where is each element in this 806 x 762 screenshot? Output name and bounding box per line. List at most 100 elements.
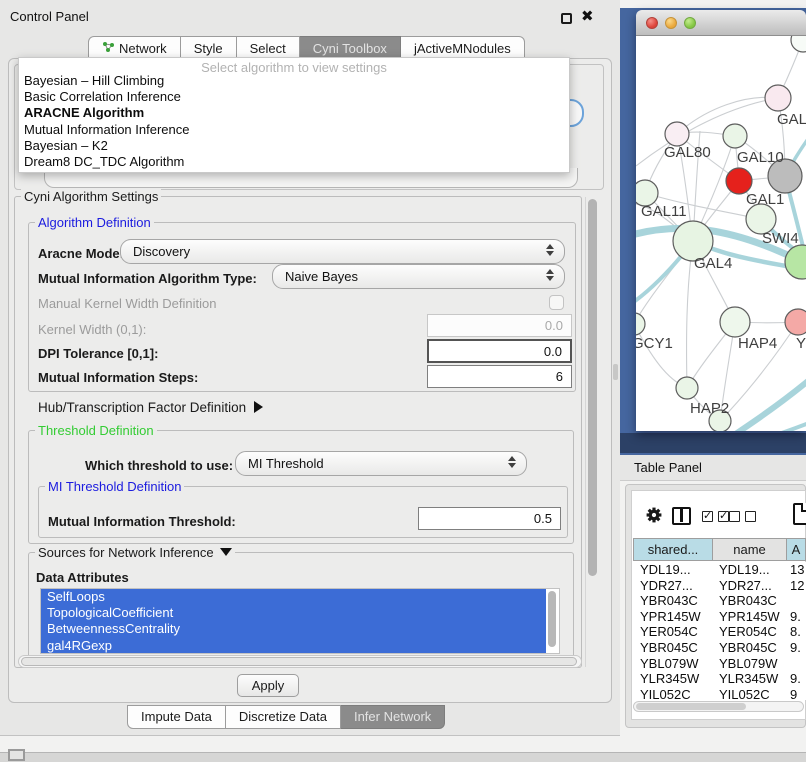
- zoom-icon[interactable]: [684, 17, 696, 29]
- network-node-hap4[interactable]: [720, 307, 750, 337]
- data-attributes-label: Data Attributes: [36, 570, 129, 585]
- table-row[interactable]: YPR145WYPR145W9.: [633, 609, 806, 625]
- column-header-name[interactable]: name: [713, 539, 787, 561]
- minimized-window-icon[interactable]: [8, 749, 25, 761]
- node-label: GAL10: [737, 149, 784, 166]
- network-view[interactable]: GALGAL80GAL10GAL1GAL11SWI4GAL4GCY1HAP4YH…: [636, 36, 806, 431]
- kernel-width-field[interactable]: 0.0: [427, 314, 572, 337]
- network-node-gcy1[interactable]: [636, 313, 645, 335]
- network-node-gal80[interactable]: [665, 122, 689, 146]
- unchecked-checkboxes-icon[interactable]: [729, 511, 756, 522]
- cyni-settings-legend: Cyni Algorithm Settings: [21, 189, 161, 204]
- table-panel-title: Table Panel: [634, 460, 702, 475]
- column-header-shared[interactable]: shared...: [634, 539, 713, 561]
- network-graph: GALGAL80GAL10GAL1GAL11SWI4GAL4GCY1HAP4YH…: [636, 36, 806, 431]
- threshold-definition-legend: Threshold Definition: [35, 423, 157, 438]
- splitter-handle[interactable]: [613, 364, 618, 380]
- mi-threshold-field[interactable]: 0.5: [418, 507, 561, 530]
- node-table-rows[interactable]: YDL19...YDL19...13YDR27...YDR27...12YBR0…: [633, 562, 806, 700]
- node-label: GCY1: [636, 335, 673, 352]
- data-attributes-list[interactable]: SelfLoopsTopologicalCoefficientBetweenne…: [40, 588, 560, 654]
- stepper-icon: [508, 456, 516, 468]
- mi-type-combo[interactable]: Naive Bayes: [272, 264, 565, 289]
- tab-discretize-data[interactable]: Discretize Data: [226, 705, 341, 729]
- network-node[interactable]: [791, 36, 806, 52]
- dpi-tolerance-field[interactable]: 0.0: [427, 339, 572, 363]
- node-label: GAL1: [746, 191, 784, 208]
- aracne-mode-label: Aracne Mode:: [38, 246, 124, 261]
- close-icon[interactable]: [646, 17, 658, 29]
- attribute-item[interactable]: gal4RGexp: [41, 638, 546, 654]
- network-window[interactable]: GALGAL80GAL10GAL1GAL11SWI4GAL4GCY1HAP4YH…: [636, 10, 806, 431]
- table-horizontal-scrollbar[interactable]: [633, 701, 804, 712]
- network-window-titlebar[interactable]: [636, 10, 806, 36]
- aracne-mode-combo[interactable]: Discovery: [120, 239, 565, 264]
- stepper-icon: [546, 269, 554, 281]
- gear-icon[interactable]: [645, 506, 663, 527]
- kernel-width-label: Kernel Width (0,1):: [38, 322, 146, 337]
- attribute-item[interactable]: BetweennessCentrality: [41, 621, 546, 637]
- dpi-tolerance-label: DPI Tolerance [0,1]:: [38, 346, 158, 361]
- dropdown-option[interactable]: Bayesian – Hill Climbing: [19, 73, 569, 89]
- settings-vertical-scrollbar[interactable]: [585, 197, 599, 667]
- hub-definition-expander[interactable]: Hub/Transcription Factor Definition: [38, 400, 263, 415]
- document-icon[interactable]: [793, 503, 806, 525]
- network-tab-icon: [102, 40, 115, 56]
- attribute-item[interactable]: TopologicalCoefficient: [41, 605, 546, 621]
- network-node-gal[interactable]: [765, 85, 791, 111]
- mi-threshold-label: Mutual Information Threshold:: [48, 514, 236, 529]
- checked-checkboxes-icon[interactable]: [702, 511, 729, 522]
- bottom-tab-bar: Impute DataDiscretize DataInfer Network: [127, 705, 445, 729]
- table-row[interactable]: YBR045CYBR045C9.: [633, 640, 806, 656]
- table-row[interactable]: YLR345WYLR345W9.: [633, 671, 806, 687]
- settings-horizontal-scrollbar[interactable]: [18, 655, 582, 668]
- window-shadow: [620, 433, 806, 453]
- which-threshold-combo[interactable]: MI Threshold: [235, 451, 527, 476]
- manual-kernel-checkbox[interactable]: [549, 295, 564, 310]
- sources-legend[interactable]: Sources for Network Inference: [35, 545, 235, 560]
- columns-icon[interactable]: [672, 507, 691, 525]
- network-node-gal10[interactable]: [723, 124, 747, 148]
- close-icon[interactable]: ✖: [581, 7, 594, 25]
- list-scrollbar[interactable]: [548, 591, 556, 647]
- node-label: Y: [796, 335, 806, 352]
- node-label: GAL11: [641, 203, 687, 220]
- attribute-item[interactable]: SelfLoops: [41, 589, 546, 605]
- manual-kernel-label: Manual Kernel Width Definition: [38, 296, 216, 311]
- table-row[interactable]: YBR043CYBR043C: [633, 593, 806, 609]
- stepper-icon: [546, 244, 554, 256]
- dropdown-option[interactable]: ARACNE Algorithm: [19, 105, 569, 121]
- bottom-bar: [0, 752, 806, 762]
- control-panel-title: Control Panel: [10, 9, 89, 24]
- table-row[interactable]: YDR27...YDR27...12: [633, 578, 806, 594]
- float-icon[interactable]: [561, 13, 572, 24]
- tab-impute-data[interactable]: Impute Data: [127, 705, 226, 729]
- network-node-y[interactable]: [785, 309, 806, 335]
- table-row[interactable]: YER054CYER054C8.: [633, 624, 806, 640]
- node-table-header: shared... name A: [633, 538, 806, 561]
- dropdown-option[interactable]: Basic Correlation Inference: [19, 89, 569, 105]
- expand-arrow-icon: [254, 401, 263, 413]
- table-row[interactable]: YIL052CYIL052C9: [633, 687, 806, 700]
- table-row[interactable]: YBL079WYBL079W: [633, 656, 806, 672]
- network-node-hap2[interactable]: [676, 377, 698, 399]
- dropdown-placeholder: Select algorithm to view settings: [19, 58, 569, 73]
- collapse-arrow-icon: [220, 548, 232, 556]
- algorithm-dropdown-list: Select algorithm to view settings Bayesi…: [18, 57, 570, 173]
- column-header-clipped[interactable]: A: [787, 539, 806, 561]
- mi-steps-label: Mutual Information Steps:: [38, 370, 198, 385]
- which-threshold-label: Which threshold to use:: [85, 458, 233, 473]
- network-node[interactable]: [785, 245, 806, 279]
- node-label: GAL: [777, 111, 806, 128]
- tab-infer-network[interactable]: Infer Network: [341, 705, 445, 729]
- mi-type-label: Mutual Information Algorithm Type:: [38, 271, 257, 286]
- table-row[interactable]: YDL19...YDL19...13: [633, 562, 806, 578]
- minimize-icon[interactable]: [665, 17, 677, 29]
- dropdown-option[interactable]: Bayesian – K2: [19, 138, 569, 154]
- mi-steps-field[interactable]: 6: [427, 365, 572, 388]
- node-label: GAL80: [664, 144, 711, 161]
- dropdown-option[interactable]: Mutual Information Inference: [19, 122, 569, 138]
- dropdown-option[interactable]: Dream8 DC_TDC Algorithm: [19, 154, 569, 170]
- node-label: HAP2: [690, 400, 729, 417]
- apply-button[interactable]: Apply: [237, 674, 299, 697]
